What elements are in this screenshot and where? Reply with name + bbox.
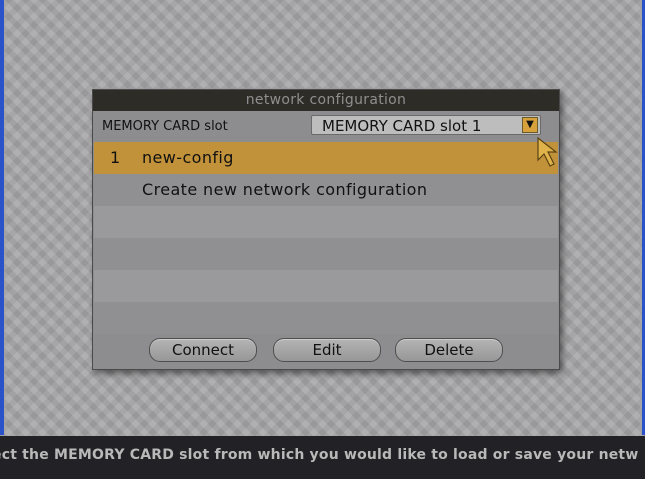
memory-card-slot-select[interactable]: MEMORY CARD slot 1 ▼ — [311, 115, 541, 135]
list-item-empty — [94, 270, 558, 302]
cursor-arrow-icon — [537, 136, 558, 167]
chevron-down-icon[interactable]: ▼ — [522, 117, 538, 133]
list-item-empty — [94, 302, 558, 334]
edit-button[interactable]: Edit — [273, 338, 381, 362]
memory-card-slot-row: MEMORY CARD slot MEMORY CARD slot 1 ▼ — [93, 112, 559, 142]
list-item-empty — [94, 206, 558, 238]
config-list: 1 new-config Create new network configur… — [94, 142, 558, 334]
network-config-dialog: network configuration MEMORY CARD slot M… — [92, 89, 560, 370]
dialog-buttons: Connect Edit Delete — [93, 338, 559, 364]
help-status-bar: ect the MEMORY CARD slot from which you … — [0, 436, 645, 479]
list-item-label: Create new network configuration — [142, 180, 428, 199]
list-item-label: new-config — [142, 148, 234, 167]
slot-select-value: MEMORY CARD slot 1 — [322, 117, 482, 135]
list-item-create-new[interactable]: Create new network configuration — [94, 174, 558, 206]
slot-label: MEMORY CARD slot — [102, 119, 228, 134]
list-item-empty — [94, 238, 558, 270]
list-item-new-config[interactable]: 1 new-config — [94, 142, 558, 174]
help-message: ect the MEMORY CARD slot from which you … — [0, 447, 639, 463]
connect-button[interactable]: Connect — [149, 338, 257, 362]
list-item-number: 1 — [110, 148, 121, 167]
screen-edge-left — [0, 0, 4, 435]
dialog-title: network configuration — [93, 90, 559, 111]
delete-button[interactable]: Delete — [395, 338, 503, 362]
